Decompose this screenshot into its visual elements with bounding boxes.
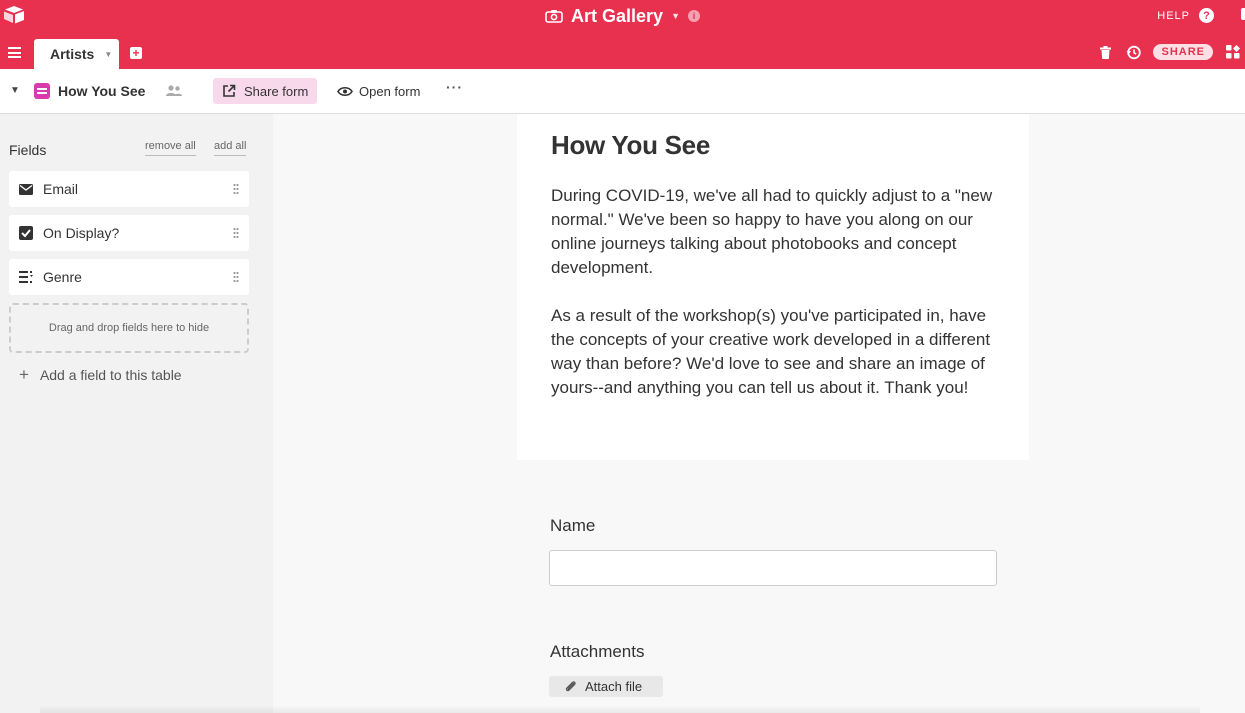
question-label-name: Name — [550, 516, 596, 535]
form-view-icon — [34, 83, 50, 99]
field-label: On Display? — [43, 225, 120, 241]
drag-handle-icon[interactable] — [233, 271, 239, 283]
base-menu-chevron-icon[interactable]: ▼ — [671, 11, 680, 21]
attach-file-button[interactable]: Attach file — [549, 676, 663, 697]
share-form-button[interactable]: Share form — [213, 78, 318, 104]
field-label: Email — [43, 181, 79, 197]
header-tools: SHARE — [1097, 44, 1245, 60]
more-options-icon[interactable]: ··· — [446, 79, 463, 95]
base-camera-icon — [545, 10, 563, 23]
share-base-button[interactable]: SHARE — [1153, 44, 1213, 60]
hamburger-menu-icon[interactable] — [8, 47, 21, 58]
paperclip-icon — [565, 681, 576, 692]
help-button[interactable]: HELP ? — [1157, 8, 1214, 23]
attach-file-label: Attach file — [585, 679, 643, 694]
name-input[interactable] — [549, 550, 997, 586]
multiselect-icon — [19, 271, 33, 283]
drag-handle-icon[interactable] — [233, 227, 239, 239]
remove-all-button[interactable]: remove all — [145, 140, 196, 156]
base-info-icon[interactable]: i — [687, 10, 700, 22]
view-name[interactable]: How You See — [58, 83, 145, 99]
history-icon[interactable] — [1125, 44, 1141, 60]
form-header-card: How You See During COVID-19, we've all h… — [517, 114, 1029, 460]
add-field-button[interactable]: + Add a field to this table — [19, 366, 182, 383]
form-description[interactable]: During COVID-19, we've all had to quickl… — [551, 184, 1001, 400]
help-label: HELP — [1157, 9, 1190, 22]
form-title[interactable]: How You See — [551, 130, 710, 161]
field-label: Genre — [43, 269, 82, 285]
checkbox-icon — [19, 226, 33, 240]
add-all-button[interactable]: add all — [214, 140, 247, 156]
collaborative-view-icon[interactable] — [165, 84, 183, 98]
app-header: Art Gallery ▼ i HELP ? Artists ▼ + SHARE — [0, 0, 1245, 69]
envelope-icon — [19, 183, 33, 195]
bottom-shadow — [40, 705, 1200, 713]
field-item-on-display[interactable]: On Display? — [9, 215, 249, 251]
hidden-fields-drop-zone[interactable]: Drag and drop fields here to hide — [9, 303, 249, 353]
share-form-label: Share form — [244, 83, 309, 99]
drop-zone-text: Drag and drop fields here to hide — [48, 322, 210, 334]
base-name: Art Gallery — [571, 5, 664, 26]
drag-handle-icon[interactable] — [233, 183, 239, 195]
add-field-label: Add a field to this table — [39, 366, 182, 383]
fields-heading: Fields — [9, 142, 47, 158]
share-form-icon — [223, 84, 236, 97]
eye-icon — [337, 86, 353, 96]
view-bar: ▼ How You See Share form Open form ··· — [0, 69, 1245, 114]
open-form-label: Open form — [359, 83, 421, 99]
tab-label: Artists — [50, 46, 95, 62]
plus-icon: + — [19, 365, 29, 384]
help-icon: ? — [1199, 8, 1214, 23]
views-toggle-icon[interactable]: ▼ — [10, 85, 20, 96]
fields-sidebar: Fields remove all add all Email On Displ… — [0, 114, 273, 713]
apps-icon[interactable] — [1225, 44, 1241, 60]
tab-artists[interactable]: Artists ▼ — [34, 39, 119, 69]
field-item-genre[interactable]: Genre — [9, 259, 249, 295]
field-item-email[interactable]: Email — [9, 171, 249, 207]
trash-icon[interactable] — [1097, 44, 1113, 60]
avatar[interactable] — [1241, 8, 1245, 20]
add-table-icon[interactable]: + — [130, 47, 142, 59]
form-description-paragraph: As a result of the workshop(s) you've pa… — [551, 306, 991, 397]
question-label-attachments: Attachments — [550, 642, 645, 661]
tab-chevron-down-icon[interactable]: ▼ — [104, 50, 112, 59]
form-description-paragraph: During COVID-19, we've all had to quickl… — [551, 186, 993, 277]
open-form-button[interactable]: Open form — [337, 78, 420, 104]
base-title[interactable]: Art Gallery ▼ i — [0, 0, 1245, 32]
